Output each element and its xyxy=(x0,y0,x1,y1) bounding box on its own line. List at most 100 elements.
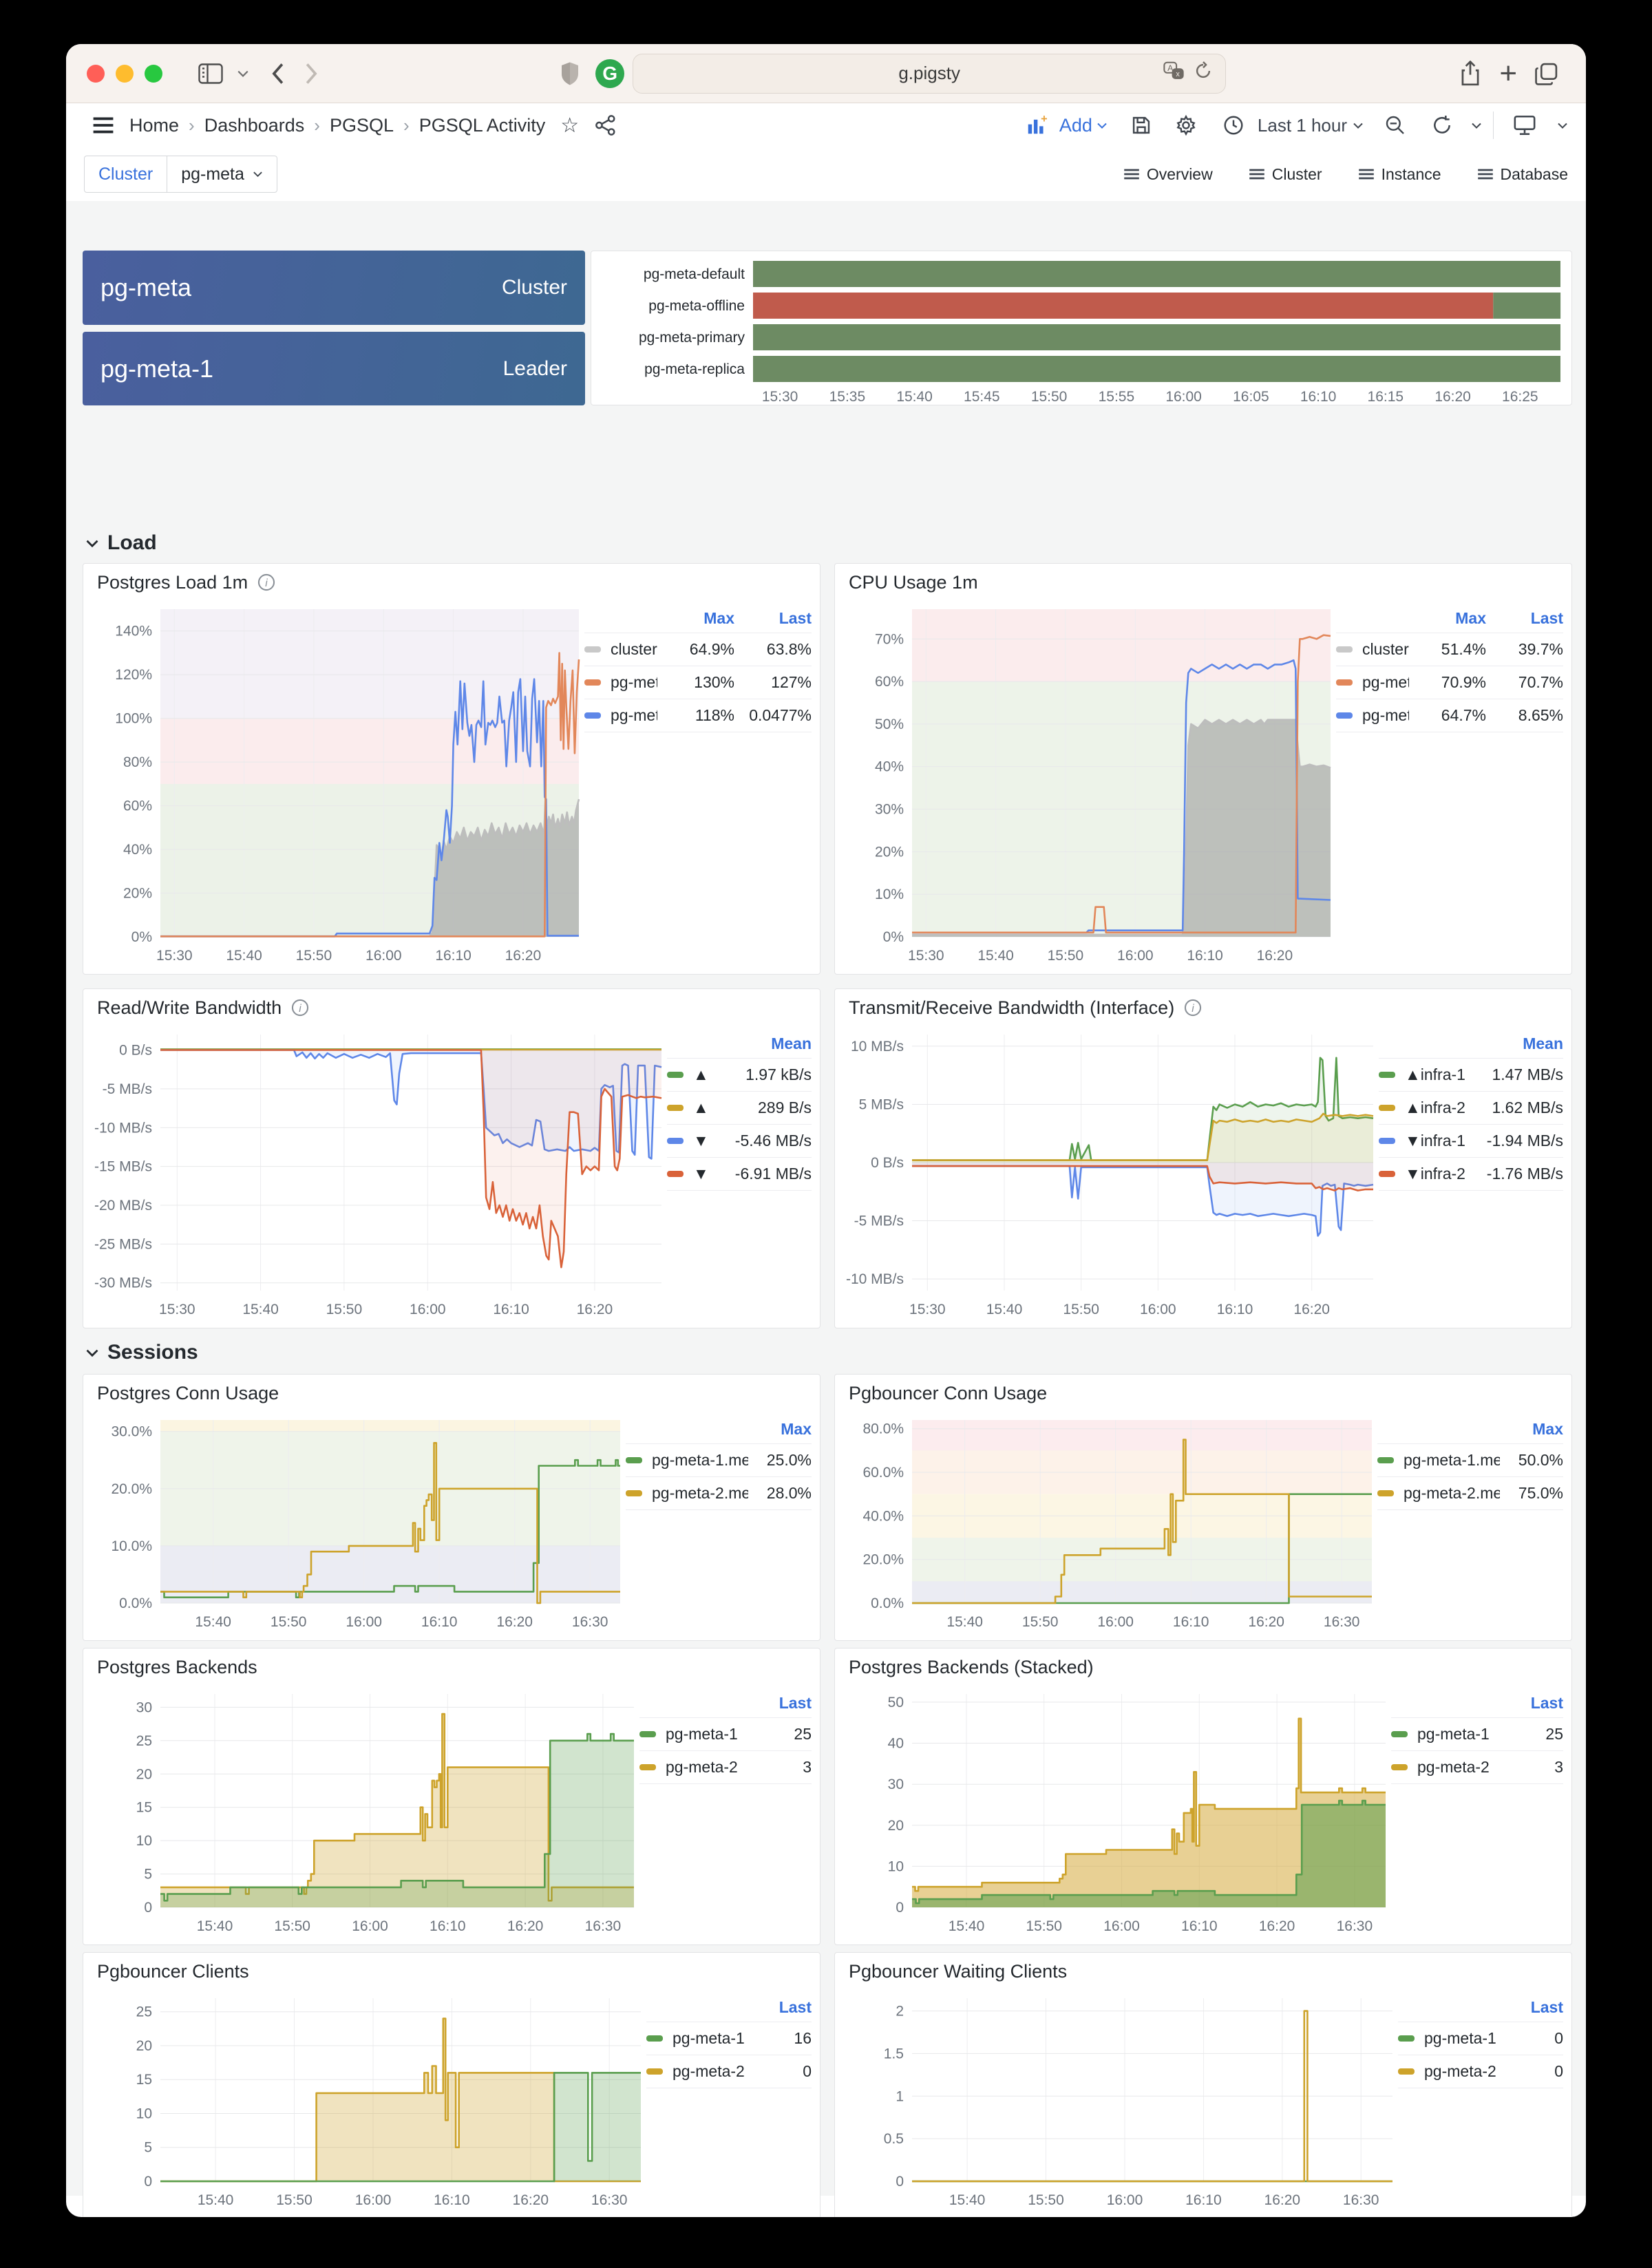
time-range-chevron-icon[interactable] xyxy=(1353,122,1364,129)
share-dashboard-icon[interactable] xyxy=(595,115,616,136)
legend-row[interactable]: pg-meta-20 xyxy=(1398,2055,1563,2088)
link-database[interactable]: Database xyxy=(1477,165,1568,184)
settings-gear-icon[interactable] xyxy=(1175,114,1197,136)
pgbouncer-clients-chart[interactable]: 051015202515:4015:5016:0016:1016:2016:30 xyxy=(92,1990,646,2212)
section-load[interactable]: Load xyxy=(85,531,157,555)
postgres-backends-chart[interactable]: 05101520253015:4015:5016:0016:1016:2016:… xyxy=(92,1686,639,1938)
postgres-load-legend[interactable]: MaxLastcluster64.9%63.8%pg-meta-1 ★130%1… xyxy=(584,601,812,967)
link-overview[interactable]: Overview xyxy=(1123,165,1213,184)
close-window-button[interactable] xyxy=(87,65,105,83)
info-icon[interactable]: i xyxy=(257,573,275,591)
legend-row[interactable]: pg-meta-1.meta25.0% xyxy=(626,1443,812,1476)
sidebar-chevron-icon[interactable] xyxy=(237,70,249,78)
legend-row[interactable]: ▲1.97 kB/s xyxy=(667,1058,812,1091)
menu-icon[interactable] xyxy=(92,116,114,134)
postgres-backends-stacked-legend[interactable]: Lastpg-meta-125pg-meta-23 xyxy=(1391,1686,1563,1938)
panel-pgbouncer-clients[interactable]: Pgbouncer Clients 051015202515:4015:5016… xyxy=(83,1952,820,2217)
toolbar-overflow-chevron-icon[interactable] xyxy=(1557,122,1568,129)
legend-row[interactable]: pg-meta-116 xyxy=(646,2022,812,2055)
info-icon[interactable]: i xyxy=(291,999,309,1017)
rw-bandwidth-legend[interactable]: Mean▲1.97 kB/s▲289 B/s▼-5.46 MB/s▼-6.91 … xyxy=(667,1026,812,1321)
panel-cpu-usage[interactable]: CPU Usage 1m 0%10%20%30%40%50%60%70%15:3… xyxy=(834,563,1572,975)
zoom-window-button[interactable] xyxy=(145,65,162,83)
link-cluster[interactable]: Cluster xyxy=(1249,165,1322,184)
legend-row[interactable]: ▼-5.46 MB/s xyxy=(667,1124,812,1157)
info-icon[interactable]: i xyxy=(1184,999,1202,1017)
pgbouncer-conn-usage-chart[interactable]: 0.0%20.0%40.0%60.0%80.0%15:4015:5016:001… xyxy=(843,1412,1377,1633)
panel-postgres-backends-stacked[interactable]: Postgres Backends (Stacked) 010203040501… xyxy=(834,1648,1572,1945)
panel-rw-bandwidth[interactable]: Read/Write Bandwidth i 0 B/s-5 MB/s-10 M… xyxy=(83,988,820,1328)
legend-row[interactable]: pg-meta-20 xyxy=(646,2055,812,2088)
cpu-usage-chart[interactable]: 0%10%20%30%40%50%60%70%15:3015:4015:5016… xyxy=(843,601,1336,967)
tab-overview-icon[interactable] xyxy=(1535,62,1558,85)
panel-postgres-load[interactable]: Postgres Load 1m i 0%20%40%60%80%100%120… xyxy=(83,563,820,975)
url-bar[interactable]: g.pigsty Ax xyxy=(633,54,1226,94)
leader-stat-panel[interactable]: pg-meta-1 Leader xyxy=(83,332,585,405)
cluster-variable-label[interactable]: Cluster xyxy=(84,156,167,193)
favorite-star-icon[interactable]: ☆ xyxy=(560,114,579,138)
time-range-picker[interactable]: Last 1 hour xyxy=(1258,115,1347,136)
legend-row[interactable]: ▼-6.91 MB/s xyxy=(667,1157,812,1191)
panel-tr-bandwidth[interactable]: Transmit/Receive Bandwidth (Interface) i… xyxy=(834,988,1572,1328)
legend-row[interactable]: pg-meta-23 xyxy=(639,1750,812,1784)
legend-row[interactable]: ▲infra-11.47 MB/s xyxy=(1379,1058,1563,1091)
postgres-load-chart[interactable]: 0%20%40%60%80%100%120%140%15:3015:4015:5… xyxy=(92,601,584,967)
postgres-backends-legend[interactable]: Lastpg-meta-125pg-meta-23 xyxy=(639,1686,812,1938)
panel-postgres-conn-usage[interactable]: Postgres Conn Usage 0.0%10.0%20.0%30.0%1… xyxy=(83,1374,820,1641)
minimize-window-button[interactable] xyxy=(116,65,134,83)
pgbouncer-conn-usage-legend[interactable]: Maxpg-meta-1.meta50.0%pg-meta-2.meta75.0… xyxy=(1377,1412,1563,1633)
refresh-interval-chevron-icon[interactable] xyxy=(1471,122,1482,129)
add-panel-icon[interactable]: + xyxy=(1026,115,1047,136)
section-sessions[interactable]: Sessions xyxy=(85,1341,198,1364)
pgbouncer-waiting-clients-legend[interactable]: Lastpg-meta-10pg-meta-20 xyxy=(1398,1990,1563,2212)
legend-row[interactable]: pg-meta-264.7%8.65% xyxy=(1336,699,1563,732)
legend-row[interactable]: pg-meta-125 xyxy=(639,1717,812,1750)
share-icon[interactable] xyxy=(1459,61,1481,87)
legend-row[interactable]: ▼infra-2-1.76 MB/s xyxy=(1379,1157,1563,1191)
postgres-backends-stacked-chart[interactable]: 0102030405015:4015:5016:0016:1016:2016:3… xyxy=(843,1686,1391,1938)
legend-row[interactable]: cluster51.4%39.7% xyxy=(1336,633,1563,666)
panel-pgbouncer-conn-usage[interactable]: Pgbouncer Conn Usage 0.0%20.0%40.0%60.0%… xyxy=(834,1374,1572,1641)
legend-row[interactable]: pg-meta-1.meta50.0% xyxy=(1377,1443,1563,1476)
add-button[interactable]: Add xyxy=(1059,115,1092,136)
cpu-usage-legend[interactable]: MaxLastcluster51.4%39.7%pg-meta-1 ★70.9%… xyxy=(1336,601,1563,967)
instance-status-panel[interactable]: pg-meta-defaultpg-meta-offlinepg-meta-pr… xyxy=(591,251,1572,405)
pgbouncer-clients-legend[interactable]: Lastpg-meta-116pg-meta-20 xyxy=(646,1990,812,2212)
pgbouncer-waiting-clients-chart[interactable]: 00.511.5215:4015:5016:0016:1016:2016:30 xyxy=(843,1990,1398,2212)
grammarly-extension-icon[interactable]: G xyxy=(595,59,624,88)
legend-row[interactable]: pg-meta-2.meta28.0% xyxy=(626,1476,812,1510)
postgres-conn-usage-chart[interactable]: 0.0%10.0%20.0%30.0%15:4015:5016:0016:101… xyxy=(92,1412,626,1633)
legend-row[interactable]: pg-meta-1 ★70.9%70.7% xyxy=(1336,666,1563,699)
sidebar-toggle-icon[interactable] xyxy=(198,63,223,84)
cluster-variable-dropdown[interactable]: pg-meta xyxy=(167,156,277,193)
legend-row[interactable]: pg-meta-2118%0.0477% xyxy=(584,699,812,732)
legend-row[interactable]: pg-meta-125 xyxy=(1391,1717,1563,1750)
add-chevron-icon[interactable] xyxy=(1097,122,1108,129)
translate-icon[interactable]: Ax xyxy=(1163,61,1184,85)
legend-row[interactable]: pg-meta-10 xyxy=(1398,2022,1563,2055)
breadcrumb-pgsql[interactable]: PGSQL xyxy=(330,115,394,136)
cluster-stat-panel[interactable]: pg-meta Cluster xyxy=(83,251,585,325)
zoom-out-icon[interactable] xyxy=(1384,114,1406,136)
tr-bandwidth-legend[interactable]: Mean▲infra-11.47 MB/s▲infra-21.62 MB/s▼i… xyxy=(1379,1026,1563,1321)
legend-row[interactable]: pg-meta-2.meta75.0% xyxy=(1377,1476,1563,1510)
save-dashboard-icon[interactable] xyxy=(1131,115,1152,136)
back-button[interactable] xyxy=(270,62,285,85)
time-range-clock-icon[interactable] xyxy=(1223,115,1244,136)
legend-row[interactable]: ▲infra-21.62 MB/s xyxy=(1379,1091,1563,1124)
tr-bandwidth-chart[interactable]: 10 MB/s5 MB/s0 B/s-5 MB/s-10 MB/s15:3015… xyxy=(843,1026,1379,1321)
rw-bandwidth-chart[interactable]: 0 B/s-5 MB/s-10 MB/s-15 MB/s-20 MB/s-25 … xyxy=(92,1026,667,1321)
forward-button[interactable] xyxy=(304,62,319,85)
legend-row[interactable]: pg-meta-1 ★130%127% xyxy=(584,666,812,699)
reload-icon[interactable] xyxy=(1194,61,1213,86)
legend-row[interactable]: pg-meta-23 xyxy=(1391,1750,1563,1784)
link-instance[interactable]: Instance xyxy=(1358,165,1441,184)
legend-row[interactable]: ▲289 B/s xyxy=(667,1091,812,1124)
privacy-shield-icon[interactable] xyxy=(560,61,580,86)
breadcrumb-home[interactable]: Home xyxy=(129,115,179,136)
panel-pgbouncer-waiting-clients[interactable]: Pgbouncer Waiting Clients 00.511.5215:40… xyxy=(834,1952,1572,2217)
postgres-conn-usage-legend[interactable]: Maxpg-meta-1.meta25.0%pg-meta-2.meta28.0… xyxy=(626,1412,812,1633)
legend-row[interactable]: ▼infra-1-1.94 MB/s xyxy=(1379,1124,1563,1157)
kiosk-mode-icon[interactable] xyxy=(1513,114,1536,136)
legend-row[interactable]: cluster64.9%63.8% xyxy=(584,633,812,666)
